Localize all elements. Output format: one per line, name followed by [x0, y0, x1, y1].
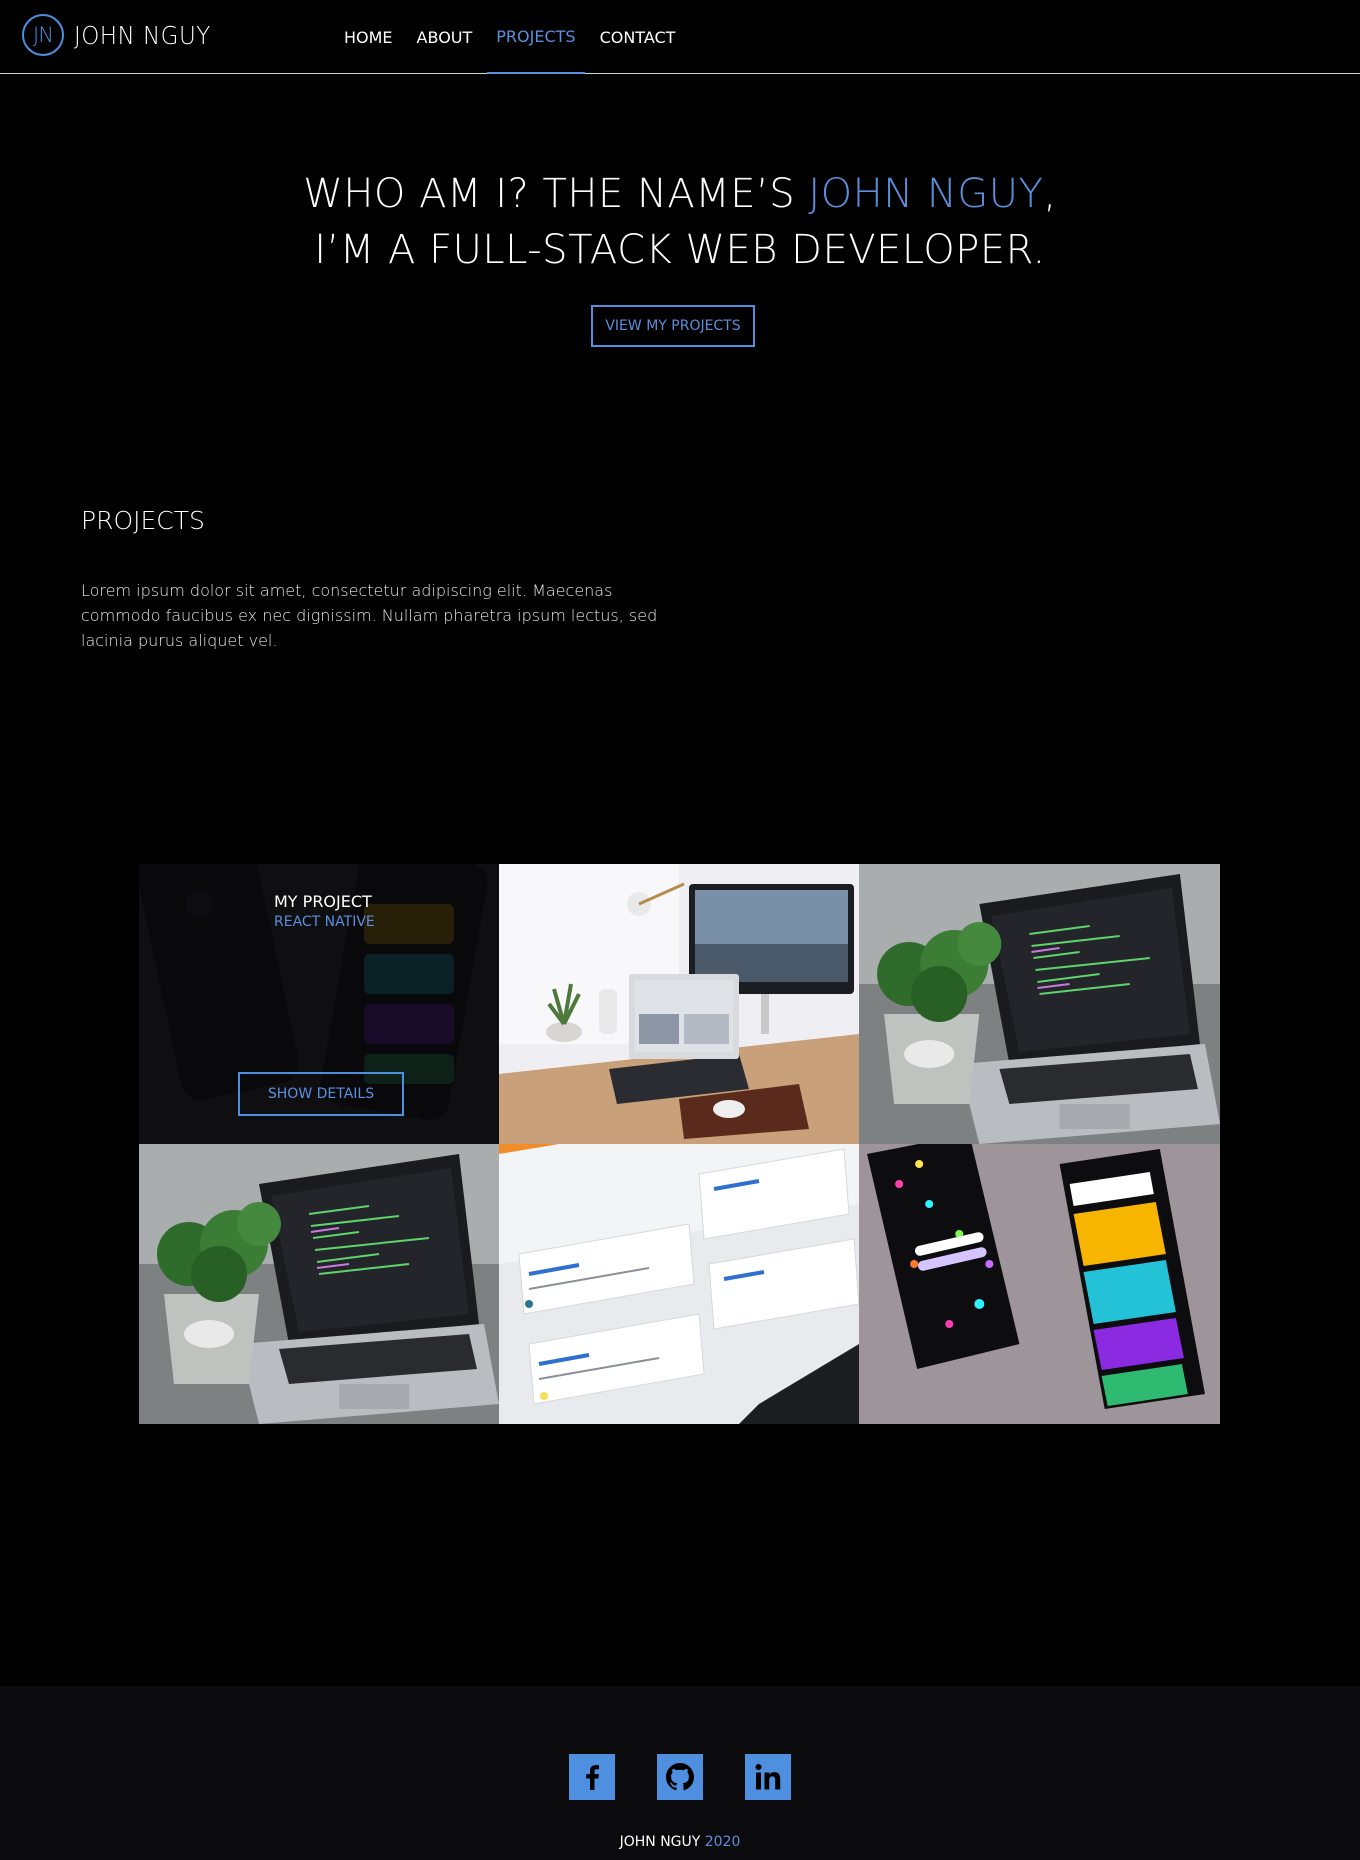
laptop-plant-code-image: [139, 1144, 499, 1424]
facebook-icon: [586, 1765, 599, 1790]
project-title: MY PROJECT: [274, 892, 372, 911]
copyright-year: 2020: [704, 1834, 741, 1850]
linkedin-link[interactable]: [745, 1754, 791, 1800]
hero-line-2: I’M A FULL-STACK WEB DEVELOPER.: [314, 227, 1046, 273]
github-repositories-screen-image: [499, 1144, 859, 1424]
project-tile-5[interactable]: [499, 1144, 859, 1424]
copyright-name: JOHN NGUY: [619, 1834, 701, 1850]
project-tile-4[interactable]: [139, 1144, 499, 1424]
top-navbar: JN JOHN NGUY HOME ABOUT PROJECTS CONTACT: [0, 0, 1360, 74]
brand-logo: JN: [22, 14, 64, 56]
footer: JOHN NGUY 2020: [0, 1686, 1360, 1860]
nav-projects[interactable]: PROJECTS: [487, 0, 585, 74]
nav-about[interactable]: ABOUT: [408, 0, 482, 74]
project-tile-6[interactable]: [859, 1144, 1220, 1424]
copyright: JOHN NGUY 2020: [0, 1834, 1360, 1850]
nav-contact[interactable]: CONTACT: [591, 0, 685, 74]
hero-line-1: WHO AM I? THE NAME’S JOHN NGUY,: [0, 166, 1360, 222]
github-link[interactable]: [657, 1754, 703, 1800]
nav-home[interactable]: HOME: [335, 0, 402, 74]
show-details-button[interactable]: SHOW DETAILS: [238, 1072, 404, 1116]
desk-monitor-laptop-image: [499, 864, 859, 1144]
project-tile-2[interactable]: [499, 864, 859, 1144]
brand[interactable]: JN JOHN NGUY: [22, 14, 223, 56]
hero-name-accent: JOHN NGUY: [808, 171, 1044, 217]
project-tile-1[interactable]: MY PROJECT REACT NATIVE SHOW DETAILS: [139, 864, 499, 1144]
project-subtitle: REACT NATIVE: [274, 914, 375, 930]
hero-heading: WHO AM I? THE NAME’S JOHN NGUY, I’M A FU…: [0, 166, 1360, 278]
facebook-link[interactable]: [569, 1754, 615, 1800]
project-grid: MY PROJECT REACT NATIVE SHOW DETAILS: [139, 864, 1220, 1424]
nav-links: HOME ABOUT PROJECTS CONTACT: [335, 0, 690, 74]
brand-name: JOHN NGUY: [74, 20, 211, 50]
projects-description: Lorem ipsum dolor sit amet, consectetur …: [81, 581, 658, 650]
projects-title: PROJECTS: [81, 506, 205, 535]
project-tile-3[interactable]: [859, 864, 1220, 1144]
laptop-plant-code-image: [859, 864, 1220, 1144]
hero-line-1-prefix: WHO AM I? THE NAME’S: [303, 171, 809, 217]
linkedin-icon: [755, 1764, 781, 1790]
byte-app-phones-image: [859, 1144, 1220, 1424]
view-projects-button[interactable]: VIEW MY PROJECTS: [591, 305, 755, 347]
github-icon: [666, 1763, 694, 1791]
hero-line-1-suffix: ,: [1043, 171, 1057, 217]
